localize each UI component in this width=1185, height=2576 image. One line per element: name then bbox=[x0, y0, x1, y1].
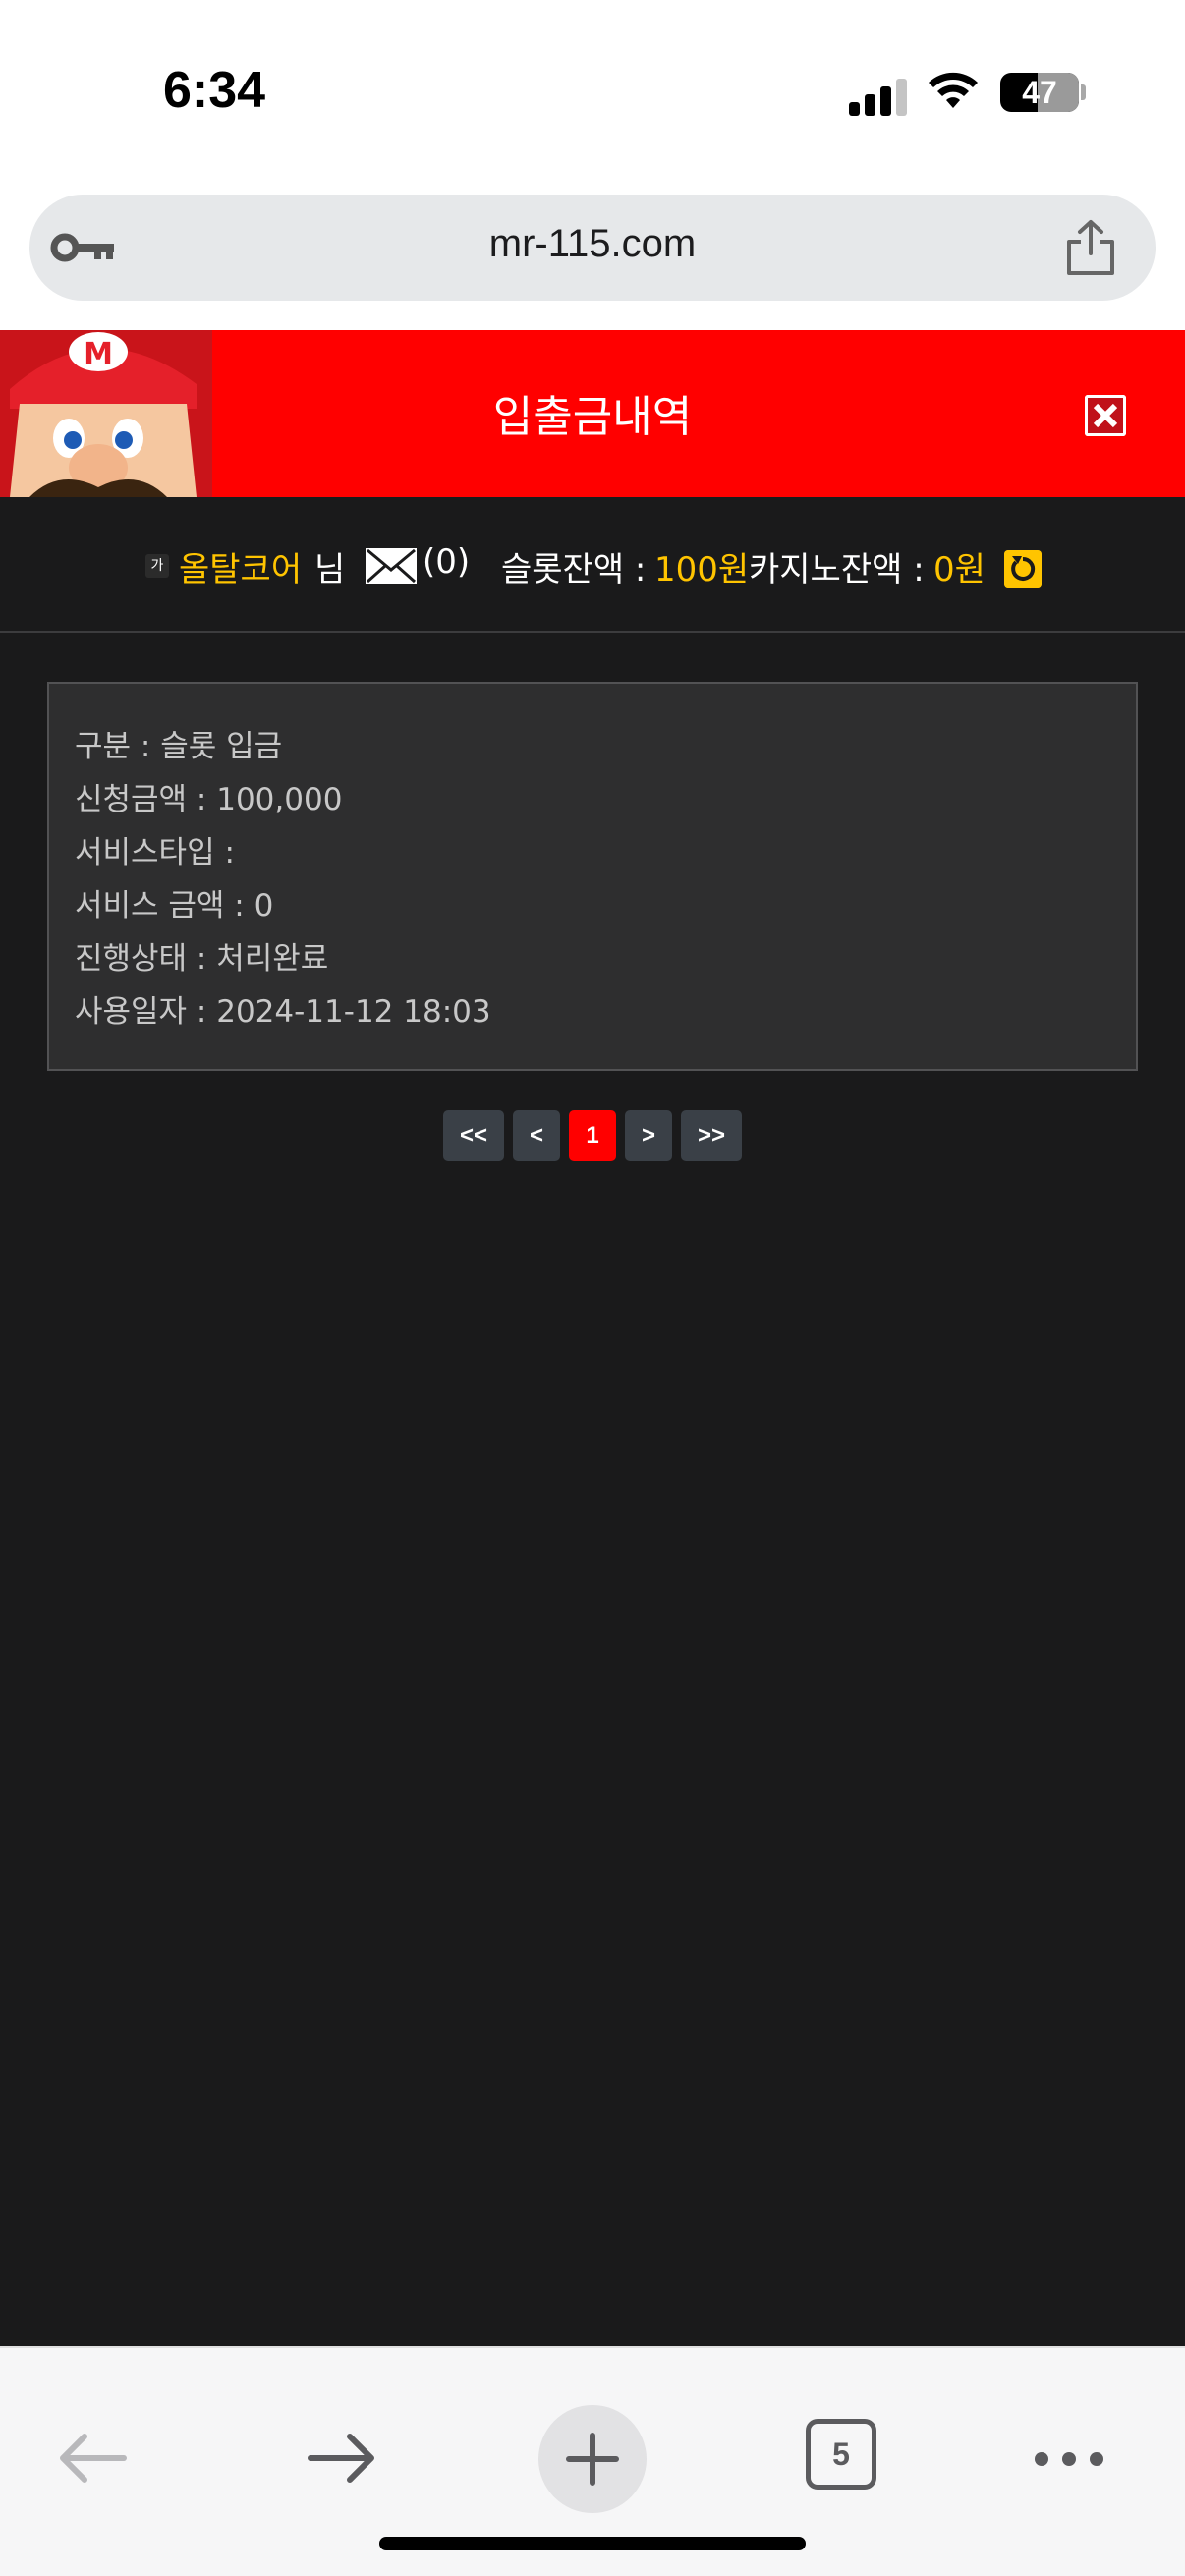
more-menu-icon[interactable] bbox=[1032, 2444, 1106, 2474]
casino-balance-label: 카지노잔액 : bbox=[749, 550, 925, 589]
svg-text:M: M bbox=[84, 337, 113, 371]
refresh-icon[interactable] bbox=[1004, 550, 1042, 588]
close-icon[interactable] bbox=[1085, 395, 1126, 436]
prev-page-button[interactable]: < bbox=[513, 1110, 560, 1161]
transaction-record: 구분 : 슬롯 입금 신청금액 : 100,000 서비스타입 : 서비스 금액… bbox=[47, 682, 1138, 1071]
honorific: 님 bbox=[314, 550, 346, 589]
status-time: 6:34 bbox=[163, 62, 266, 119]
username: 올탈코어 bbox=[179, 550, 303, 589]
record-type: 구분 : 슬롯 입금 bbox=[75, 729, 283, 764]
casino-balance-value: 0원 bbox=[933, 550, 986, 589]
plus-icon[interactable] bbox=[565, 2432, 620, 2487]
pagination: << < 1 > >> bbox=[0, 1110, 1185, 1165]
address-bar[interactable]: mr-115.com bbox=[29, 195, 1156, 301]
home-indicator bbox=[379, 2537, 806, 2550]
content-area: 가 올탈코어 님 (0) 슬롯잔액 : 100원 카지노잔액 : 0원 구분 :… bbox=[0, 497, 1185, 2346]
user-info-bar: 가 올탈코어 님 (0) 슬롯잔액 : 100원 카지노잔액 : 0원 bbox=[0, 497, 1185, 633]
page-header: M 입출금내역 bbox=[0, 330, 1185, 497]
last-page-button[interactable]: >> bbox=[681, 1110, 742, 1161]
share-icon[interactable] bbox=[1063, 218, 1118, 277]
mail-icon[interactable] bbox=[366, 548, 417, 584]
battery-tip bbox=[1081, 84, 1086, 100]
record-status: 진행상태 : 처리완료 bbox=[75, 941, 329, 977]
record-service-amount: 서비스 금액 : 0 bbox=[75, 888, 274, 924]
current-page-button[interactable]: 1 bbox=[569, 1110, 616, 1161]
slot-balance-label: 슬롯잔액 : bbox=[501, 550, 647, 589]
wifi-icon bbox=[929, 72, 978, 108]
cellular-signal-icon bbox=[849, 77, 908, 116]
url-text[interactable]: mr-115.com bbox=[29, 222, 1156, 266]
new-tab-button[interactable] bbox=[538, 2405, 647, 2513]
record-amount: 신청금액 : 100,000 bbox=[75, 782, 343, 817]
mail-count[interactable]: (0) bbox=[423, 542, 470, 582]
forward-arrow-icon[interactable] bbox=[305, 2429, 379, 2488]
level-badge: 가 bbox=[145, 554, 169, 578]
next-page-button[interactable]: > bbox=[625, 1110, 672, 1161]
tab-switcher-button[interactable]: 5 bbox=[806, 2419, 876, 2490]
battery-icon: 47 bbox=[1000, 73, 1079, 112]
first-page-button[interactable]: << bbox=[443, 1110, 504, 1161]
record-service-type: 서비스타입 : bbox=[75, 835, 235, 870]
back-arrow-icon[interactable] bbox=[55, 2429, 130, 2488]
record-date: 사용일자 : 2024-11-12 18:03 bbox=[75, 994, 491, 1030]
battery-level: 47 bbox=[1022, 75, 1057, 110]
page-title: 입출금내역 bbox=[492, 392, 693, 442]
slot-balance-value: 100원 bbox=[654, 550, 750, 589]
status-bar: 6:34 47 bbox=[0, 0, 1185, 187]
